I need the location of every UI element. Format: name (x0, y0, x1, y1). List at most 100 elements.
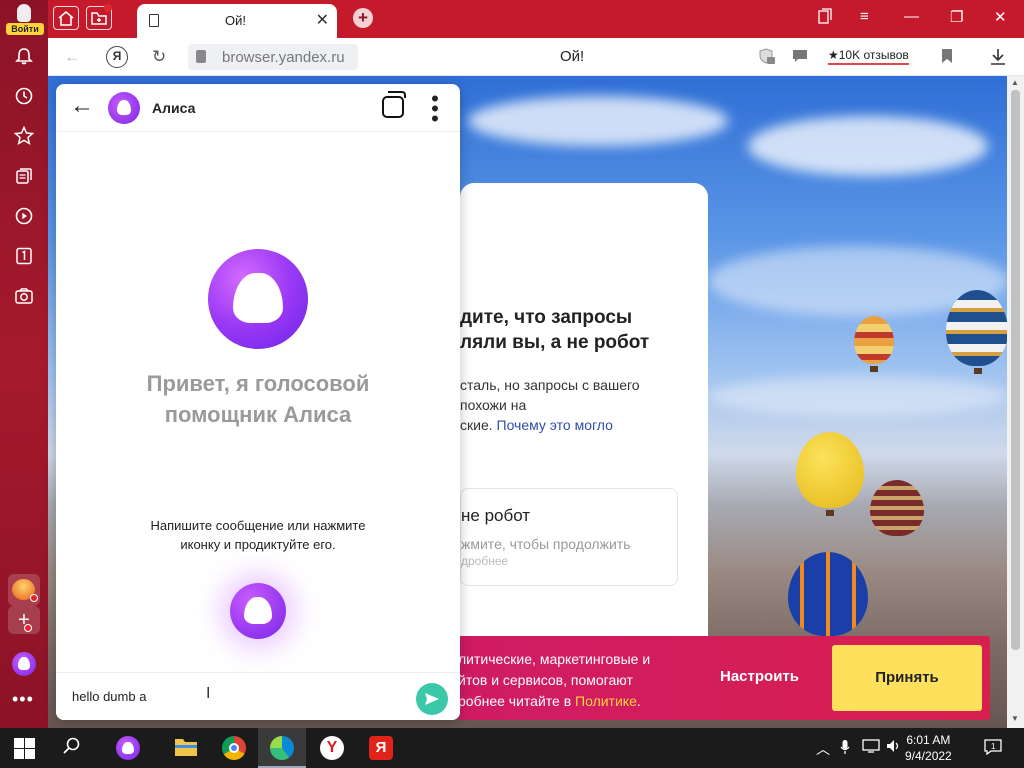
notifications-icon[interactable]: 1 (984, 739, 1002, 758)
new-tab-button[interactable]: + (353, 8, 373, 28)
collections-icon[interactable] (10, 162, 38, 190)
kebab-menu-icon[interactable]: • • • (430, 88, 440, 130)
more-icon[interactable]: ••• (12, 690, 34, 708)
captcha-heading: дите, что запросы ляли вы, а не робот (460, 307, 650, 353)
balloon (946, 290, 1007, 366)
scrollbar-thumb[interactable] (1011, 90, 1020, 650)
yandex-browser-icon[interactable]: Y (320, 736, 344, 760)
captcha-text-line: сталь, но запросы с вашего (460, 377, 640, 393)
reviews-link[interactable]: ★10K отзывов (828, 48, 909, 65)
balloon-basket (826, 510, 834, 516)
alice-greeting-line: помощник Алиса (164, 402, 352, 427)
captcha-card: дите, что запросы ляли вы, а не робот ст… (460, 183, 708, 663)
svg-text:1: 1 (991, 742, 996, 751)
accept-button[interactable]: Принять (832, 645, 982, 711)
not-robot-sub: жмите, чтобы продолжить (461, 536, 631, 552)
notification-dot (24, 624, 32, 632)
chevron-up-icon[interactable]: ︿ (816, 739, 830, 759)
one-icon[interactable] (10, 242, 38, 270)
alice-panel: ← Алиса • • • Привет, я голосовой помощник… (56, 84, 460, 720)
balloon-basket (974, 368, 982, 374)
captcha-text-line: похожи на (460, 397, 527, 413)
volume-icon[interactable] (886, 739, 902, 756)
history-icon[interactable] (10, 82, 38, 110)
minimize-icon[interactable]: — (904, 8, 919, 25)
url-field[interactable]: browser.yandex.ru (188, 44, 358, 70)
alice-logo-shape (233, 273, 283, 323)
captcha-text-line: ские. (460, 417, 493, 433)
bell-icon[interactable] (10, 42, 38, 70)
balloon (854, 316, 894, 364)
chrome-icon[interactable] (222, 736, 246, 760)
background-image (748, 116, 988, 176)
bookmark-icon[interactable] (941, 48, 953, 69)
not-robot-label: не робот (461, 506, 531, 525)
restore-icon[interactable]: ❐ (950, 8, 963, 26)
notification-dot (30, 594, 38, 602)
background-image (468, 96, 728, 146)
scroll-up-icon[interactable]: ▲ (1011, 78, 1019, 87)
edge-icon[interactable] (270, 736, 294, 760)
alice-icon (18, 657, 30, 670)
alice-hint: Напишите сообщение или нажмите иконку и … (56, 516, 460, 554)
search-icon[interactable] (62, 736, 86, 760)
mail-app-button[interactable] (8, 574, 40, 606)
window-close-icon[interactable]: ✕ (994, 8, 1007, 26)
alice-sidebar-button[interactable] (12, 652, 36, 676)
policy-link[interactable]: Политике (575, 693, 637, 709)
cookie-banner: литические, маркетинговые и йтов и серви… (458, 636, 990, 720)
back-icon[interactable]: ← (64, 47, 81, 67)
not-robot-more[interactable]: дробнее (461, 554, 508, 568)
clock-time: 6:01 AM (906, 733, 951, 747)
alice-greeting-line: Привет, я голосовой (146, 371, 370, 396)
tab-bar: Ой! ✕ + ≡ — ❐ ✕ (48, 0, 1024, 38)
play-icon[interactable] (10, 202, 38, 230)
alice-avatar (108, 92, 140, 124)
notification-dot (104, 4, 112, 12)
yandex-icon[interactable]: Я (106, 46, 128, 68)
bookmarks-panel-icon[interactable] (818, 8, 832, 28)
download-icon[interactable] (990, 48, 1006, 71)
chrome-center (229, 743, 239, 753)
balloon (796, 432, 864, 508)
yandex-app-icon[interactable]: Я (369, 736, 393, 760)
not-robot-checkbox[interactable]: не робот жмите, чтобы продолжить дробнее (460, 488, 678, 586)
network-icon[interactable] (862, 739, 880, 756)
why-link[interactable]: Почему это могло (497, 417, 613, 433)
menu-icon[interactable]: ≡ (860, 8, 869, 25)
alice-title: Алиса (152, 100, 196, 116)
protect-icon[interactable] (758, 47, 776, 65)
home-tab-icon[interactable] (53, 6, 79, 30)
alice-taskbar-icon[interactable] (116, 736, 140, 760)
star-icon[interactable] (10, 122, 38, 150)
configure-button[interactable]: Настроить (720, 668, 799, 685)
camera-icon[interactable] (10, 282, 38, 310)
cookie-text-period: . (636, 693, 641, 709)
file-explorer-icon[interactable] (174, 736, 198, 760)
login-button[interactable]: Войти (4, 2, 44, 36)
send-button[interactable] (416, 683, 448, 715)
tab-title: Ой! (225, 13, 246, 28)
text-cursor-icon: I (206, 685, 211, 702)
windows-start-icon[interactable] (12, 736, 36, 760)
microphone-icon[interactable] (840, 739, 850, 758)
tab-close-icon[interactable]: ✕ (316, 10, 329, 30)
user-icon (17, 4, 31, 22)
system-clock[interactable]: 6:01 AM 9/4/2022 (905, 732, 952, 764)
clock-date: 9/4/2022 (905, 749, 952, 763)
chat-icon[interactable] (792, 49, 808, 63)
scroll-down-icon[interactable]: ▼ (1011, 714, 1019, 723)
lock-icon (196, 50, 206, 63)
document-icon (149, 14, 159, 27)
cards-icon[interactable] (382, 91, 406, 118)
cookie-text-line: робнее читайте в (458, 693, 572, 709)
reload-icon[interactable]: ↻ (152, 47, 166, 67)
alice-message-input[interactable]: hello dumb a I (56, 672, 460, 720)
captcha-text: сталь, но запросы с вашего похожи на ски… (460, 375, 640, 435)
taskbar: Y Я ︿ 6:01 AM 9/4/2022 1 (0, 728, 1024, 768)
back-arrow-icon[interactable]: ← (70, 92, 94, 120)
alice-voice-button[interactable] (230, 583, 286, 639)
balloon-basket (870, 366, 878, 372)
page-scrollbar[interactable]: ▲ ▼ (1007, 76, 1024, 728)
tab-active[interactable]: Ой! ✕ (137, 4, 337, 38)
